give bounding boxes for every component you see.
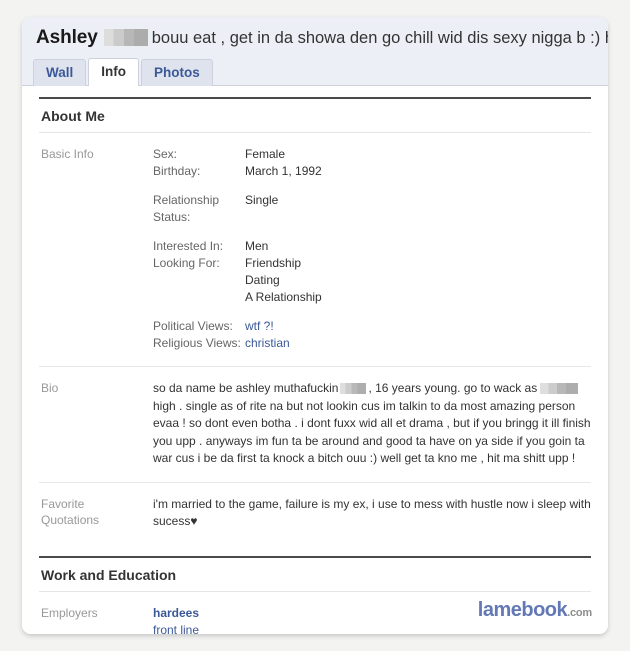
profile-card: Ashley bouu eat , get in da showa den go …	[22, 17, 608, 634]
profile-header: Ashley bouu eat , get in da showa den go …	[22, 17, 608, 87]
profile-name[interactable]: Ashley	[36, 27, 98, 48]
key-birthday: Birthday:	[153, 164, 201, 179]
favorite-quotations-text: i'm married to the game, failure is my e…	[153, 496, 591, 529]
group-relationship: Relationship Status: Single	[153, 192, 591, 226]
row-basic-info: Basic Info Sex: Female Birthday: March 1…	[39, 133, 591, 368]
bio-text-part-3: high . single as of rite na but not look…	[153, 398, 591, 466]
value-relationship-status: Single	[245, 193, 279, 208]
page-background: Ashley bouu eat , get in da showa den go …	[0, 0, 630, 651]
value-sex: Female	[245, 147, 286, 162]
profile-tabs: Wall Info Photos	[22, 58, 608, 87]
section-title-work-and-education: Work and Education	[39, 555, 591, 592]
row-content-bio: so da name be ashley muthafuckin , 16 yea…	[153, 380, 591, 468]
pair-looking-for: Looking For: Friendship	[153, 255, 591, 272]
redacted-bio-block-1	[340, 382, 367, 394]
section-title-about-me: About Me	[39, 97, 591, 134]
bio-text-part-2: , 16 years young. go to wack as	[368, 381, 538, 396]
pair-sex: Sex: Female	[153, 146, 591, 163]
row-bio: Bio so da name be ashley muthafuckin , 16…	[39, 367, 591, 483]
row-content-basic-info: Sex: Female Birthday: March 1, 1992 Rela…	[153, 146, 591, 352]
pair-birthday: Birthday: March 1, 1992	[153, 163, 591, 180]
redacted-bio-block-2	[540, 382, 579, 394]
profile-body: About Me Basic Info Sex: Female Birthday…	[22, 97, 608, 634]
pair-political-views: Political Views: wtf ?!	[153, 318, 591, 335]
status-text: bouu eat , get in da showa den go chill …	[151, 29, 608, 47]
value-political-views[interactable]: wtf ?!	[245, 318, 274, 335]
pair-religious-views: Religious Views: christian	[153, 335, 591, 352]
bio-text-part-1: so da name be ashley muthafuckin	[153, 381, 339, 396]
value-religious-views[interactable]: christian	[245, 335, 290, 352]
row-label-basic-info: Basic Info	[41, 147, 94, 162]
pair-relationship-status: Relationship Status: Single	[153, 192, 591, 226]
value-interested-in: Men	[245, 239, 269, 254]
employer-role[interactable]: front line	[153, 622, 591, 634]
row-content-favorite-quotations: i'm married to the game, failure is my e…	[153, 496, 591, 531]
status-line: Ashley bouu eat , get in da showa den go …	[22, 27, 608, 58]
value-birthday: March 1, 1992	[245, 164, 322, 179]
row-label-employers: Employers	[41, 605, 98, 620]
tab-photos[interactable]: Photos	[141, 59, 213, 87]
bio-text: so da name be ashley muthafuckin , 16 yea…	[153, 380, 591, 468]
group-views: Political Views: wtf ?! Religious Views:…	[153, 318, 591, 352]
redacted-surname-block	[103, 29, 148, 47]
row-label-bio: Bio	[41, 381, 59, 396]
lamebook-watermark: lamebook.com	[478, 600, 592, 620]
tab-wall[interactable]: Wall	[33, 59, 87, 87]
key-religious-views: Religious Views:	[153, 336, 241, 351]
pair-interested-in: Interested In: Men	[153, 238, 591, 255]
row-label-favorite-quotations-line-2: Quotations	[41, 512, 100, 527]
key-relationship-status: Relationship Status:	[153, 193, 220, 225]
row-favorite-quotations: Favorite Quotations i'm married to the g…	[39, 483, 591, 545]
group-sex-birthday: Sex: Female Birthday: March 1, 1992	[153, 146, 591, 180]
group-interested-looking: Interested In: Men Looking For: Friendsh…	[153, 238, 591, 306]
key-looking-for: Looking For:	[153, 256, 220, 271]
key-political-views: Political Views:	[153, 319, 233, 334]
value-looking-for-1: Friendship	[245, 256, 302, 271]
value-looking-for-3: A Relationship	[245, 290, 322, 305]
row-label-favorite-quotations: Favorite Quotations	[39, 496, 153, 528]
key-interested-in: Interested In:	[153, 239, 224, 254]
tab-info[interactable]: Info	[88, 58, 140, 87]
watermark-tld: .com	[567, 607, 592, 619]
row-label-favorite-quotations-line-1: Favorite	[41, 496, 85, 511]
key-sex: Sex:	[153, 147, 178, 162]
watermark-name: lamebook	[477, 599, 568, 621]
value-looking-for-2: Dating	[245, 273, 280, 288]
